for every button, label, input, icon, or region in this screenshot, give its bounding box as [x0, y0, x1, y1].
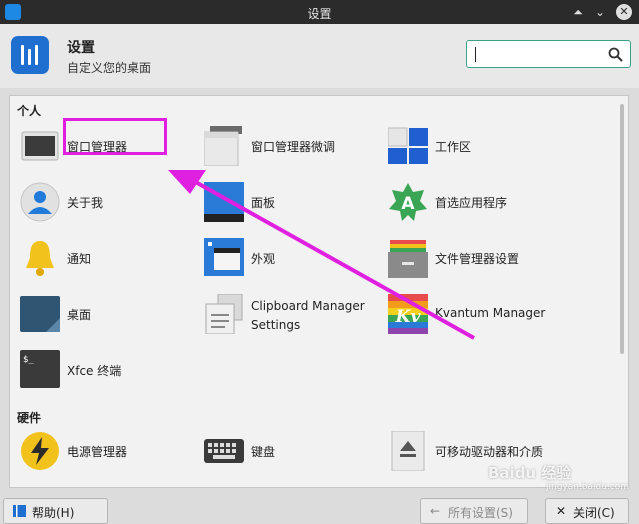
help-icon [13, 505, 26, 517]
close-icon: ✕ [556, 504, 567, 518]
all-settings-label: 所有设置(S) [448, 506, 513, 520]
close-label: 关闭(C) [573, 506, 615, 520]
help-label: 帮助(H) [32, 506, 75, 520]
annotation-arrow [168, 170, 475, 340]
back-arrow-icon: ← [430, 504, 441, 518]
footer: 帮助(H) ← 所有设置(S) ✕ 关闭(C) [0, 490, 639, 524]
all-settings-button[interactable]: ← 所有设置(S) [420, 498, 528, 524]
watermark: Baidu 经验 [488, 464, 572, 482]
help-button[interactable]: 帮助(H) [3, 498, 108, 524]
watermark-url: jingyan.baidu.com [546, 482, 630, 492]
close-button[interactable]: ✕ 关闭(C) [545, 498, 629, 524]
